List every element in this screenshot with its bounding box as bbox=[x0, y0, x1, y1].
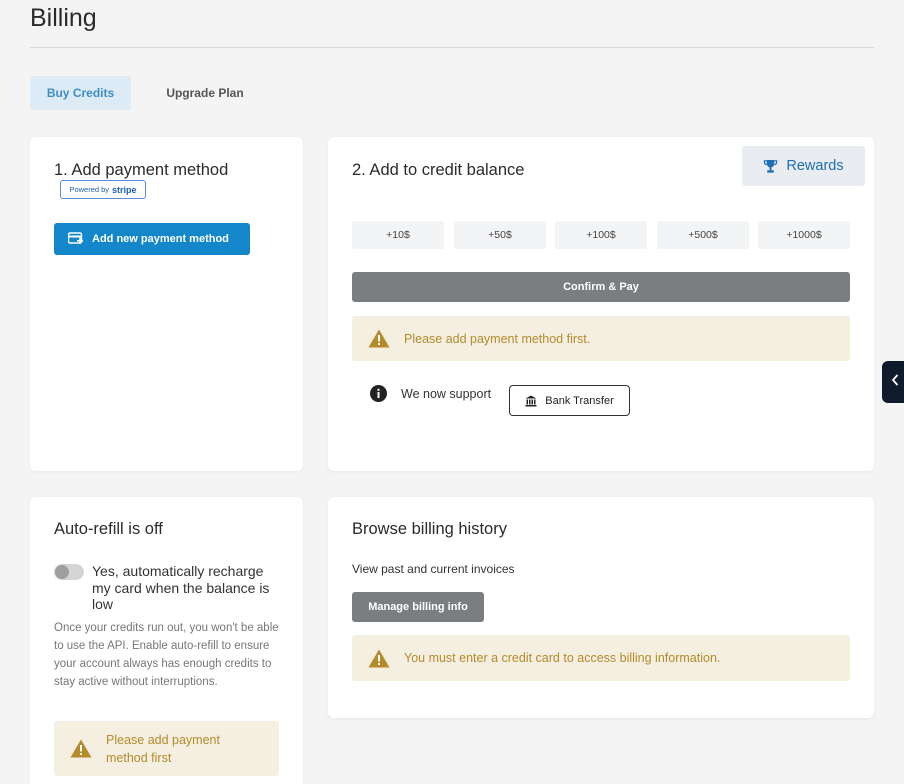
tab-upgrade-plan[interactable]: Upgrade Plan bbox=[154, 76, 256, 110]
chevron-left-icon bbox=[890, 373, 900, 392]
rewards-button[interactable]: Rewards bbox=[742, 146, 865, 186]
bank-icon bbox=[525, 395, 537, 407]
amount-option-50[interactable]: +50$ bbox=[454, 221, 546, 249]
card-plus-icon bbox=[68, 232, 84, 246]
billing-warning-text: You must enter a credit card to access b… bbox=[404, 651, 721, 665]
credit-balance-card: 2. Add to credit balance Rewards +10$ +5… bbox=[328, 137, 874, 471]
amount-option-100[interactable]: +100$ bbox=[555, 221, 647, 249]
payment-warning: Please add payment method first. bbox=[352, 316, 850, 361]
credit-balance-title: 2. Add to credit balance bbox=[352, 161, 525, 179]
auto-refill-toggle[interactable] bbox=[54, 564, 84, 580]
auto-refill-description: Once your credits run out, you won't be … bbox=[54, 622, 279, 688]
bank-transfer-label: Bank Transfer bbox=[545, 394, 614, 407]
auto-refill-card: Auto-refill is off Yes, automatically re… bbox=[30, 497, 303, 784]
billing-warning: You must enter a credit card to access b… bbox=[352, 635, 850, 681]
support-text: We now support bbox=[401, 386, 492, 401]
stripe-brand: stripe bbox=[112, 184, 137, 195]
auto-refill-toggle-label: Yes, automatically recharge my card when… bbox=[92, 563, 270, 612]
info-icon bbox=[370, 385, 387, 402]
toggle-knob bbox=[55, 565, 69, 579]
bank-transfer-button[interactable]: Bank Transfer bbox=[509, 385, 630, 416]
billing-history-title: Browse billing history bbox=[352, 520, 507, 538]
title-divider bbox=[30, 47, 874, 48]
page-title: Billing bbox=[30, 4, 97, 32]
add-payment-method-label: Add new payment method bbox=[92, 233, 229, 245]
support-row: We now support bbox=[370, 385, 491, 402]
tab-buy-credits[interactable]: Buy Credits bbox=[30, 76, 131, 110]
payment-method-title: 1. Add payment method bbox=[54, 161, 229, 179]
payment-method-card: 1. Add payment method Powered by stripe … bbox=[30, 137, 303, 471]
amount-option-500[interactable]: +500$ bbox=[657, 221, 749, 249]
stripe-badge: Powered by stripe bbox=[60, 180, 146, 199]
auto-refill-warning: Please add payment method first bbox=[54, 721, 279, 776]
manage-billing-button[interactable]: Manage billing info bbox=[352, 592, 484, 622]
amount-option-10[interactable]: +10$ bbox=[352, 221, 444, 249]
rewards-label: Rewards bbox=[786, 158, 844, 174]
auto-refill-title: Auto-refill is off bbox=[54, 520, 163, 538]
auto-refill-warning-text: Please add payment method first bbox=[106, 732, 220, 765]
confirm-pay-button[interactable]: Confirm & Pay bbox=[352, 272, 850, 302]
add-payment-method-button[interactable]: Add new payment method bbox=[54, 223, 250, 255]
warning-icon bbox=[368, 329, 390, 348]
payment-warning-text: Please add payment method first. bbox=[404, 331, 591, 346]
stripe-badge-prefix: Powered by bbox=[69, 185, 110, 194]
warning-icon bbox=[70, 739, 92, 758]
amount-option-1000[interactable]: +1000$ bbox=[758, 221, 850, 249]
trophy-icon bbox=[763, 159, 778, 174]
warning-icon bbox=[368, 649, 390, 668]
billing-history-subtitle: View past and current invoices bbox=[352, 562, 515, 576]
billing-history-card: Browse billing history View past and cur… bbox=[328, 497, 874, 718]
side-panel-toggle[interactable] bbox=[882, 361, 904, 403]
